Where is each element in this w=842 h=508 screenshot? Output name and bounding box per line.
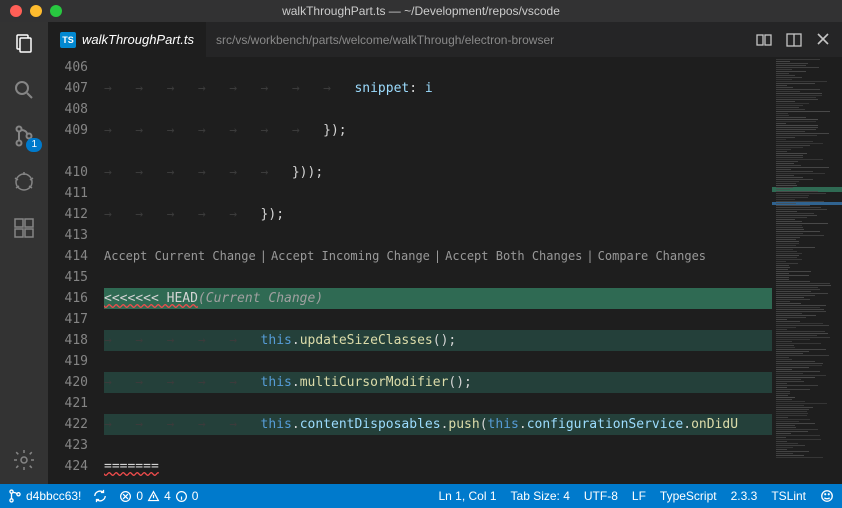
line-number: 411 <box>48 183 88 204</box>
main-area: 1 TS walkThroughPart.ts src/vs/workbench… <box>0 22 842 484</box>
branch-name: d4bbcc63! <box>26 489 81 503</box>
line-number: 414 <box>48 246 88 267</box>
accept-both-link[interactable]: Accept Both Changes <box>445 246 582 267</box>
codelens-gutter <box>48 141 88 162</box>
activity-bar: 1 <box>0 22 48 484</box>
minimize-window-button[interactable] <box>30 5 42 17</box>
split-editor-icon[interactable] <box>786 32 802 48</box>
editor-actions <box>756 32 842 48</box>
line-number: 423 <box>48 435 88 456</box>
accept-current-link[interactable]: Accept Current Change <box>104 246 256 267</box>
line-number: 412 <box>48 204 88 225</box>
search-icon[interactable] <box>10 76 38 104</box>
linter-status[interactable]: TSLint <box>771 489 806 503</box>
scm-badge: 1 <box>26 138 42 152</box>
titlebar: walkThroughPart.ts — ~/Development/repos… <box>0 0 842 22</box>
tab-bar: TS walkThroughPart.ts src/vs/workbench/p… <box>48 22 842 57</box>
minimap[interactable] <box>772 57 842 484</box>
debug-icon[interactable] <box>10 168 38 196</box>
status-bar: d4bbcc63! 0 4 0 Ln 1, Col 1 Tab Size: 4 … <box>0 484 842 508</box>
typescript-file-icon: TS <box>60 32 76 48</box>
cursor-position[interactable]: Ln 1, Col 1 <box>438 489 496 503</box>
indent-status[interactable]: Tab Size: 4 <box>511 489 570 503</box>
problems-status[interactable]: 0 4 0 <box>119 489 198 503</box>
window-controls <box>0 5 62 17</box>
editor-group: TS walkThroughPart.ts src/vs/workbench/p… <box>48 22 842 484</box>
line-number: 424 <box>48 456 88 477</box>
errors-count: 0 <box>136 489 143 503</box>
line-number: 410 <box>48 162 88 183</box>
conflict-separator: ======= <box>104 456 159 477</box>
encoding-status[interactable]: UTF-8 <box>584 489 618 503</box>
line-number: 413 <box>48 225 88 246</box>
compare-changes-link[interactable]: Compare Changes <box>598 246 706 267</box>
typescript-version[interactable]: 2.3.3 <box>731 489 758 503</box>
line-number: 420 <box>48 372 88 393</box>
code-content[interactable]: → → → → → → → → snippet: i → → → → → → →… <box>104 57 772 484</box>
source-control-icon[interactable]: 1 <box>10 122 38 150</box>
line-number-gutter: 406 407 408 409 410 411 412 413 414 415 … <box>48 57 104 484</box>
merge-codelens: Accept Current Change|Accept Incoming Ch… <box>104 246 772 267</box>
line-number: 407 <box>48 78 88 99</box>
window-title: walkThroughPart.ts — ~/Development/repos… <box>0 4 842 18</box>
close-window-button[interactable] <box>10 5 22 17</box>
compare-changes-icon[interactable] <box>756 32 772 48</box>
tab-label: walkThroughPart.ts <box>82 32 194 47</box>
line-number: 419 <box>48 351 88 372</box>
extensions-icon[interactable] <box>10 214 38 242</box>
line-number: 415 <box>48 267 88 288</box>
line-number: 417 <box>48 309 88 330</box>
feedback-icon[interactable] <box>820 489 834 503</box>
line-number: 409 <box>48 120 88 141</box>
breadcrumb[interactable]: src/vs/workbench/parts/welcome/walkThrou… <box>206 33 756 47</box>
line-number: 408 <box>48 99 88 120</box>
zoom-window-button[interactable] <box>50 5 62 17</box>
conflict-head-marker: <<<<<<< HEAD <box>104 288 198 309</box>
line-number: 418 <box>48 330 88 351</box>
editor-body[interactable]: 406 407 408 409 410 411 412 413 414 415 … <box>48 57 842 484</box>
warnings-count: 4 <box>164 489 171 503</box>
line-number: 416 <box>48 288 88 309</box>
tab-walkthroughpart[interactable]: TS walkThroughPart.ts <box>48 22 206 57</box>
close-tab-icon[interactable] <box>816 32 830 48</box>
git-branch-status[interactable]: d4bbcc63! <box>8 489 81 503</box>
eol-status[interactable]: LF <box>632 489 646 503</box>
sync-status[interactable] <box>93 489 107 503</box>
conflict-head-label: (Current Change) <box>198 288 323 309</box>
language-status[interactable]: TypeScript <box>660 489 717 503</box>
info-count: 0 <box>192 489 199 503</box>
settings-gear-icon[interactable] <box>10 446 38 474</box>
accept-incoming-link[interactable]: Accept Incoming Change <box>271 246 430 267</box>
line-number: 406 <box>48 57 88 78</box>
line-number: 422 <box>48 414 88 435</box>
line-number: 421 <box>48 393 88 414</box>
explorer-icon[interactable] <box>10 30 38 58</box>
